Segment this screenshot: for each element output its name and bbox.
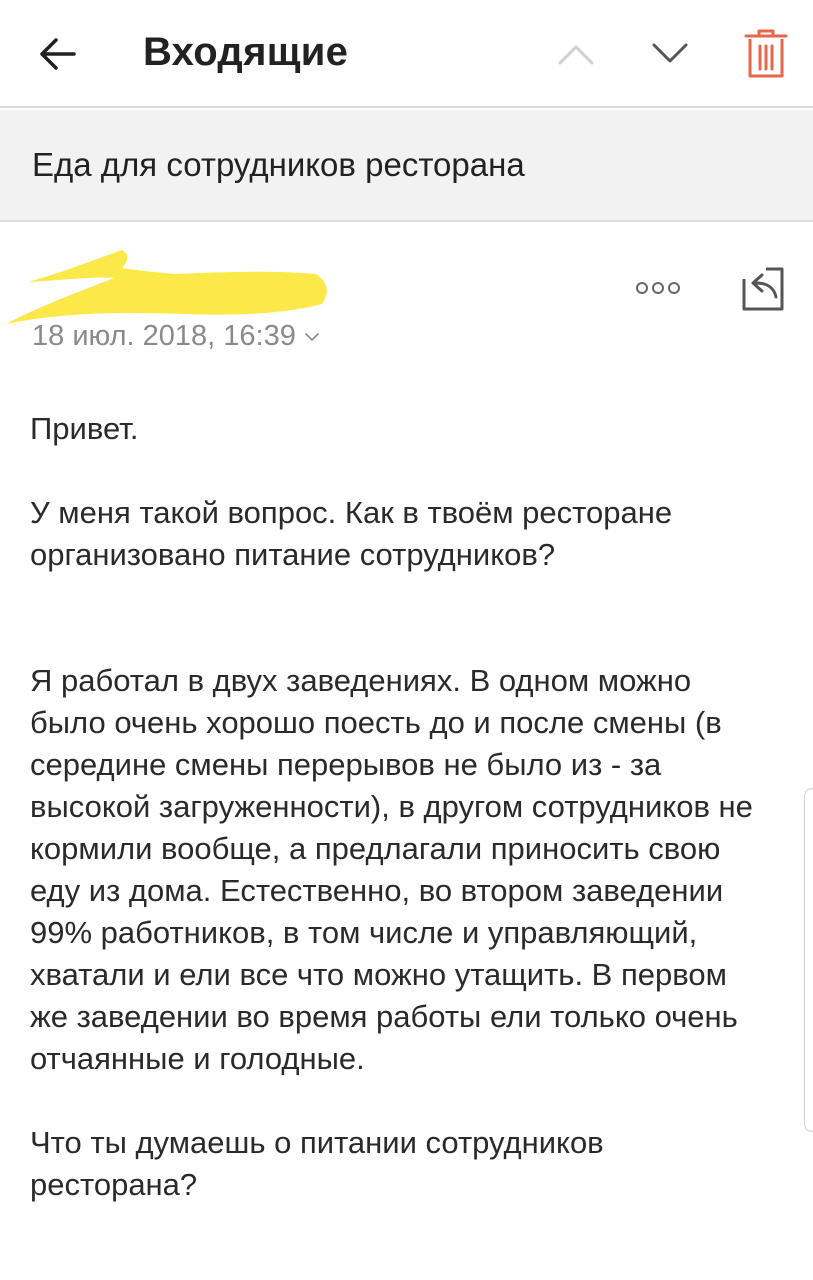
message-date: 18 июл. 2018, 16:39 — [32, 320, 296, 352]
page-title: Входящие — [143, 30, 349, 74]
redaction-scribble — [6, 250, 327, 324]
subject-bar: Еда для сотрудников ресторана — [0, 110, 813, 222]
more-dots-icon — [636, 282, 680, 294]
chevron-down-icon — [652, 43, 688, 63]
message-date-toggle[interactable]: 18 июл. 2018, 16:39 — [32, 320, 320, 353]
message-paragraph: Что ты думаешь о питании сотрудников рес… — [30, 1125, 613, 1202]
arrow-left-icon — [40, 38, 76, 70]
message-body: Привет. У меня такой вопрос. Как в твоём… — [30, 408, 770, 1206]
back-button[interactable] — [30, 26, 86, 82]
next-message-button[interactable] — [642, 30, 698, 78]
reply-icon — [742, 267, 784, 311]
message-paragraph: Привет. — [30, 411, 139, 446]
message-paragraph: У меня такой вопрос. Как в твоём рестора… — [30, 495, 681, 572]
scrollbar[interactable] — [804, 788, 813, 1132]
message-subject: Еда для сотрудников ресторана — [32, 146, 525, 183]
reply-button[interactable] — [736, 264, 788, 312]
sender-name-redacted — [4, 242, 334, 326]
message-paragraph: Я работал в двух заведениях. В одном мож… — [30, 663, 762, 1076]
chevron-up-icon — [558, 45, 594, 65]
delete-button[interactable] — [738, 24, 794, 84]
previous-message-button[interactable] — [548, 30, 604, 78]
message-header: 18 июл. 2018, 16:39 — [0, 224, 813, 374]
more-options-button[interactable] — [630, 274, 686, 302]
app-header: Входящие — [0, 0, 813, 108]
trash-icon — [744, 29, 788, 78]
chevron-down-icon — [305, 332, 319, 341]
